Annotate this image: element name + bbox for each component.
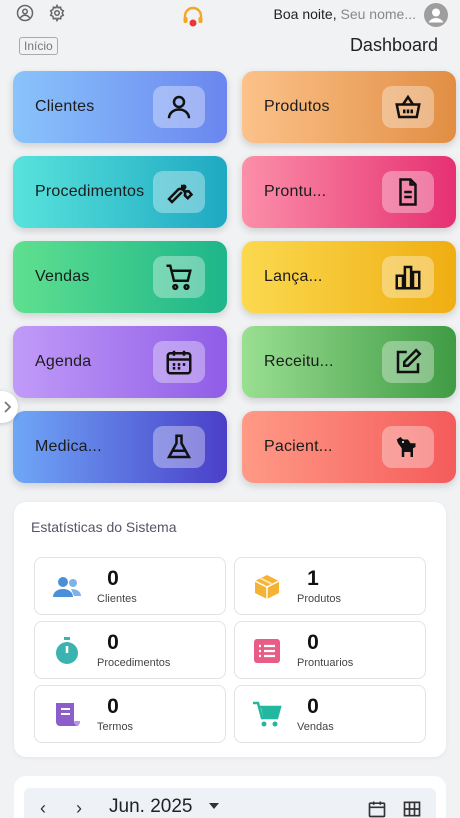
menu-card-label: Agenda — [35, 353, 92, 370]
calendar-prev-button[interactable]: ‹ — [40, 798, 46, 818]
menu-card-vendas[interactable]: Vendas — [13, 241, 227, 313]
stat-card-vendas[interactable]: 0 Vendas — [234, 685, 426, 743]
stat-label: Vendas — [297, 721, 334, 733]
menu-card-label: Lança... — [264, 268, 323, 285]
basket-icon — [395, 94, 421, 119]
stopwatch-icon — [56, 637, 78, 664]
menu-card-label: Procedimentos — [35, 183, 145, 200]
dog-icon — [396, 437, 416, 457]
stat-value: 0 — [107, 631, 119, 654]
menu-card-receituario[interactable]: Receitu... — [242, 326, 456, 398]
user-name-placeholder[interactable]: Seu nome... — [341, 6, 417, 22]
user-circle-icon[interactable] — [16, 4, 34, 22]
users-icon — [53, 577, 81, 597]
calendar-next-button[interactable]: › — [76, 798, 82, 818]
calendar-month-select[interactable]: Jun. 2025 — [109, 796, 192, 818]
menu-card-prontuarios[interactable]: Prontu... — [242, 156, 456, 228]
menu-card-clientes[interactable]: Clientes — [13, 71, 227, 143]
headset-logo — [183, 6, 203, 27]
stat-label: Produtos — [297, 593, 342, 605]
gear-icon[interactable] — [48, 4, 66, 22]
flask-icon — [166, 434, 192, 459]
scroll-icon — [56, 703, 80, 726]
stat-label: Prontuarios — [297, 657, 354, 669]
stat-card-procedimentos[interactable]: 0 Procedimentos — [34, 621, 226, 679]
avatar-icon[interactable] — [424, 3, 448, 27]
stat-card-produtos[interactable]: 1 Produtos — [234, 557, 426, 615]
menu-card-agenda[interactable]: Agenda — [13, 326, 227, 398]
stat-value: 0 — [307, 631, 319, 654]
stats-title: Estatísticas do Sistema — [31, 519, 177, 535]
wrench-icon — [167, 184, 194, 204]
menu-card-medicamentos[interactable]: Medica... — [13, 411, 227, 483]
menu-card-label: Vendas — [35, 268, 90, 285]
stat-card-prontuarios[interactable]: 0 Prontuarios — [234, 621, 426, 679]
stat-value: 0 — [107, 695, 119, 718]
calendar-panel: ‹ › Jun. 2025 — [14, 776, 446, 818]
cart-icon — [253, 701, 282, 727]
calendar-toolbar: ‹ › Jun. 2025 — [24, 788, 436, 818]
bar-chart-icon — [395, 265, 421, 290]
menu-card-pacientes[interactable]: Pacient... — [242, 411, 456, 483]
menu-card-label: Prontu... — [264, 183, 327, 200]
caret-down-icon[interactable] — [209, 802, 219, 810]
stat-label: Procedimentos — [97, 657, 171, 669]
box-icon — [254, 575, 280, 599]
menu-card-produtos[interactable]: Produtos — [242, 71, 456, 143]
page-title: Dashboard — [349, 35, 438, 55]
cart-icon — [166, 264, 192, 291]
stat-label: Clientes — [97, 593, 137, 605]
chevron-right-icon — [4, 401, 11, 413]
grid-view-icon[interactable] — [402, 799, 422, 818]
breadcrumb[interactable]: Início — [19, 37, 58, 55]
menu-card-label: Medica... — [35, 438, 102, 455]
document-icon — [399, 178, 417, 206]
stats-panel: Estatísticas do Sistema 0 Clientes 1 Pro… — [14, 502, 446, 757]
menu-card-lancamentos[interactable]: Lança... — [242, 241, 456, 313]
stat-label: Termos — [97, 721, 134, 733]
menu-card-label: Pacient... — [264, 438, 333, 455]
stat-value: 1 — [307, 567, 319, 590]
menu-card-label: Produtos — [264, 98, 330, 115]
stat-card-clientes[interactable]: 0 Clientes — [34, 557, 226, 615]
menu-card-label: Clientes — [35, 98, 95, 115]
edit-icon — [396, 348, 422, 374]
menu-card-label: Receitu... — [264, 353, 334, 370]
user-icon — [167, 95, 191, 119]
greeting-text: Boa noite, — [273, 6, 337, 22]
stat-value: 0 — [307, 695, 319, 718]
greeting: Boa noite, Seu nome... — [274, 6, 416, 22]
top-bar: Boa noite, Seu nome... — [0, 0, 460, 30]
menu-card-procedimentos[interactable]: Procedimentos — [13, 156, 227, 228]
stat-card-termos[interactable]: 0 Termos — [34, 685, 226, 743]
calendar-view-icon[interactable] — [367, 799, 387, 818]
calendar-icon — [166, 350, 192, 375]
list-icon — [254, 639, 280, 663]
stat-value: 0 — [107, 567, 119, 590]
